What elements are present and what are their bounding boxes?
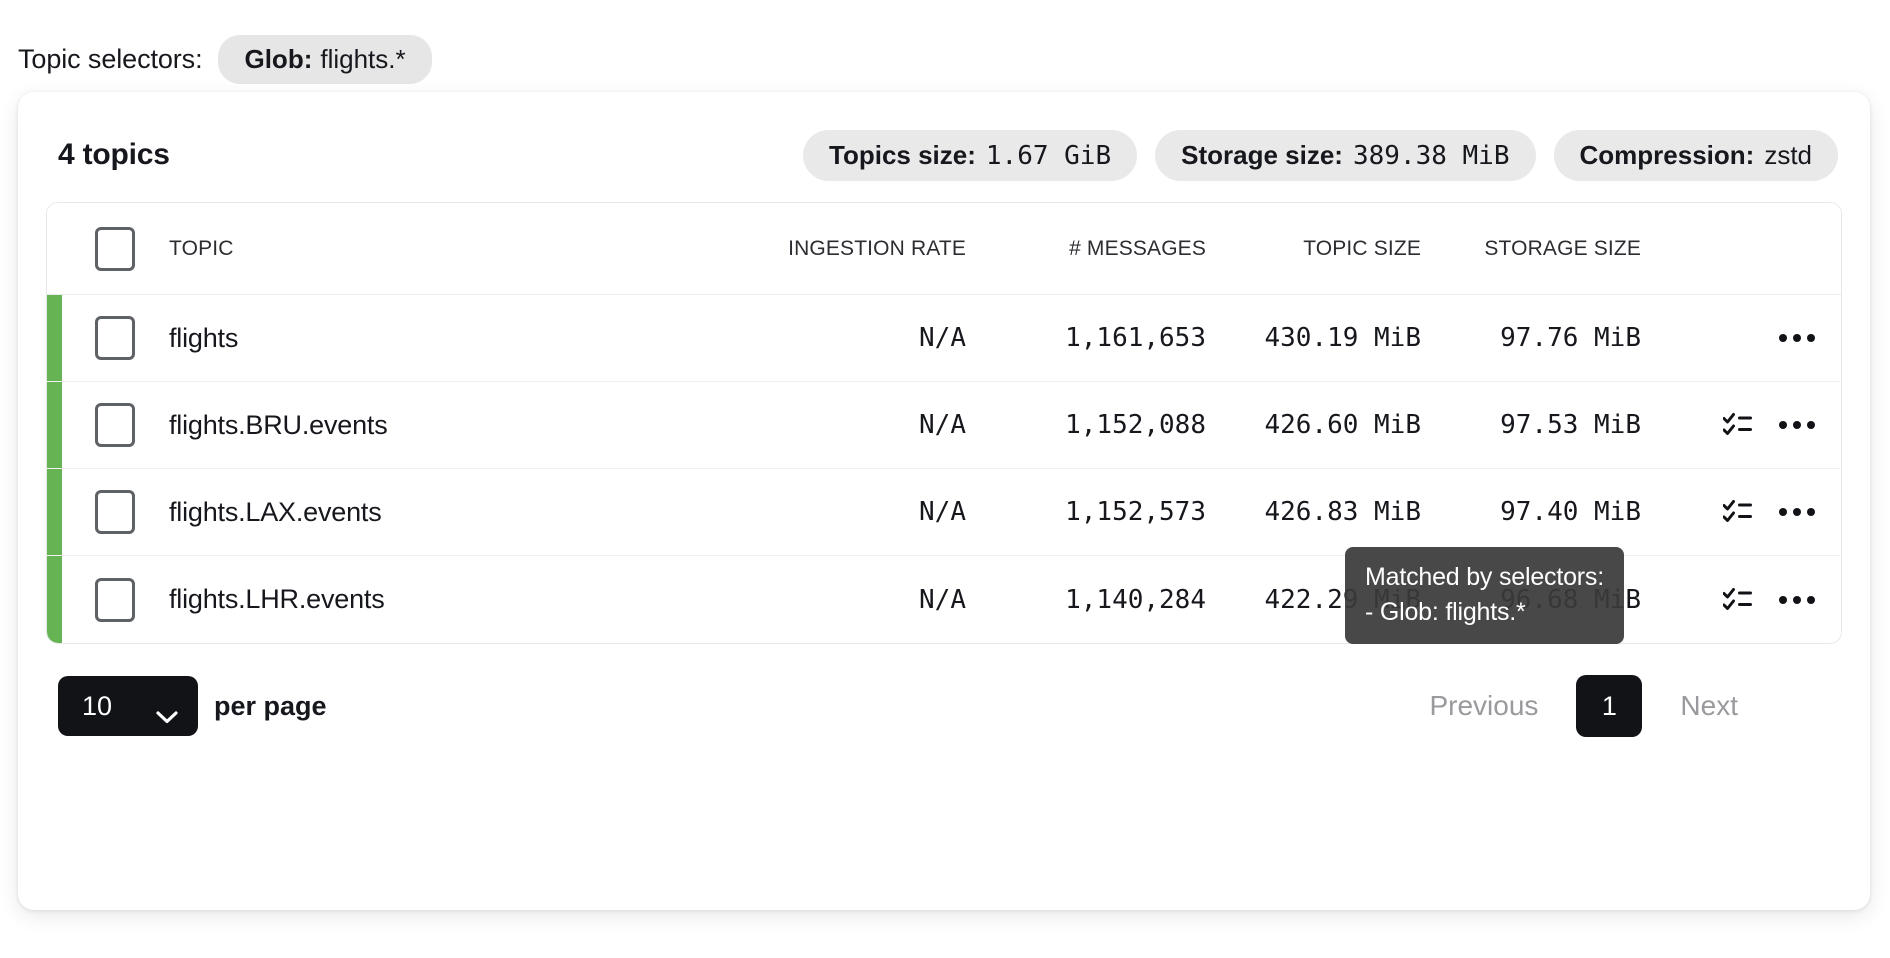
- topics-card: 4 topics Topics size: 1.67 GiB Storage s…: [18, 92, 1870, 910]
- cell-ingestion-rate: N/A: [736, 497, 966, 527]
- selector-pill-key: Glob:: [244, 44, 312, 75]
- row-menu-icon[interactable]: [1779, 497, 1815, 527]
- matched-selectors-icon[interactable]: [1723, 499, 1753, 525]
- cell-ingestion-rate: N/A: [736, 410, 966, 440]
- per-page-label: per page: [214, 691, 327, 722]
- cell-messages: 1,161,653: [966, 323, 1206, 353]
- stat-pill-compression-key: Compression:: [1580, 140, 1755, 171]
- table-row[interactable]: flights.BRU.events N/A 1,152,088 426.60 …: [47, 382, 1841, 469]
- pagination: Previous 1 Next: [1429, 675, 1820, 737]
- row-menu-icon[interactable]: [1779, 585, 1815, 615]
- cell-topic-size: 430.19 MiB: [1206, 323, 1421, 353]
- topics-count: 4 topics: [46, 138, 170, 172]
- cell-storage-size: 97.53 MiB: [1421, 410, 1641, 440]
- stat-pill-topics-size: Topics size: 1.67 GiB: [803, 130, 1137, 181]
- tooltip-line-2: - Glob: flights.*: [1365, 595, 1604, 630]
- per-page-group: 10 per page: [58, 676, 327, 736]
- selector-pill-value: flights.*: [312, 44, 405, 75]
- select-all-checkbox[interactable]: [95, 227, 135, 271]
- row-select-cell[interactable]: [62, 316, 167, 360]
- stat-pill-compression: Compression: zstd: [1554, 130, 1839, 181]
- column-header-topic[interactable]: TOPIC: [167, 237, 736, 261]
- header-status-spacer: [47, 203, 62, 294]
- table-row[interactable]: flights N/A 1,161,653 430.19 MiB 97.76 M…: [47, 295, 1841, 382]
- stat-pill-compression-value: zstd: [1754, 140, 1812, 171]
- stat-pill-topics-size-key: Topics size:: [829, 140, 976, 171]
- per-page-value: 10: [82, 691, 112, 722]
- matched-selectors-icon[interactable]: [1723, 587, 1753, 613]
- stat-pill-storage-size-key: Storage size:: [1181, 140, 1343, 171]
- column-header-messages[interactable]: # MESSAGES: [966, 237, 1206, 261]
- cell-topic[interactable]: flights.LAX.events: [167, 497, 736, 528]
- chevron-down-icon: [156, 700, 178, 713]
- row-menu-icon[interactable]: [1779, 410, 1815, 440]
- row-checkbox[interactable]: [95, 578, 135, 622]
- row-actions: [1641, 323, 1841, 353]
- cell-topic-size: 426.83 MiB: [1206, 497, 1421, 527]
- cell-topic-size: 426.60 MiB: [1206, 410, 1421, 440]
- table-footer: 10 per page Previous 1 Next: [46, 658, 1842, 754]
- summary-row: 4 topics Topics size: 1.67 GiB Storage s…: [46, 122, 1842, 188]
- next-page-button[interactable]: Next: [1680, 690, 1738, 722]
- table-header-row: TOPIC INGESTION RATE # MESSAGES TOPIC SI…: [47, 203, 1841, 295]
- column-header-ingestion-rate[interactable]: INGESTION RATE: [736, 237, 966, 261]
- tooltip-line-1: Matched by selectors:: [1365, 560, 1604, 595]
- topics-page: Topic selectors: Glob: flights.* 4 topic…: [0, 0, 1890, 958]
- row-select-cell[interactable]: [62, 490, 167, 534]
- row-menu-icon[interactable]: [1779, 323, 1815, 353]
- per-page-select[interactable]: 10: [58, 676, 198, 736]
- cell-messages: 1,140,284: [966, 585, 1206, 615]
- cell-topic[interactable]: flights.BRU.events: [167, 410, 736, 441]
- row-select-cell[interactable]: [62, 403, 167, 447]
- cell-topic[interactable]: flights: [167, 323, 736, 354]
- cell-storage-size: 97.40 MiB: [1421, 497, 1641, 527]
- row-actions: [1641, 585, 1841, 615]
- row-status-indicator: [47, 382, 62, 468]
- stat-pill-storage-size: Storage size: 389.38 MiB: [1155, 130, 1535, 181]
- cell-messages: 1,152,573: [966, 497, 1206, 527]
- page-number-1[interactable]: 1: [1576, 675, 1642, 737]
- table-row[interactable]: flights.LAX.events N/A 1,152,573 426.83 …: [47, 469, 1841, 556]
- matched-selectors-icon[interactable]: [1723, 412, 1753, 438]
- stat-pill-topics-size-value: 1.67 GiB: [976, 141, 1111, 171]
- matched-selectors-tooltip: Matched by selectors: - Glob: flights.*: [1345, 547, 1624, 644]
- cell-ingestion-rate: N/A: [736, 585, 966, 615]
- row-actions: [1641, 410, 1841, 440]
- selector-pill-glob[interactable]: Glob: flights.*: [218, 35, 431, 84]
- row-status-indicator: [47, 295, 62, 381]
- row-checkbox[interactable]: [95, 403, 135, 447]
- topic-selectors-bar: Topic selectors: Glob: flights.*: [0, 0, 1890, 92]
- topic-selectors-label: Topic selectors:: [18, 44, 202, 75]
- cell-storage-size: 97.76 MiB: [1421, 323, 1641, 353]
- cell-ingestion-rate: N/A: [736, 323, 966, 353]
- column-header-storage-size[interactable]: STORAGE SIZE: [1421, 237, 1641, 261]
- row-checkbox[interactable]: [95, 316, 135, 360]
- cell-messages: 1,152,088: [966, 410, 1206, 440]
- select-all-cell[interactable]: [62, 227, 167, 271]
- summary-pills: Topics size: 1.67 GiB Storage size: 389.…: [803, 130, 1842, 181]
- row-status-indicator: [47, 469, 62, 555]
- column-header-topic-size[interactable]: TOPIC SIZE: [1206, 237, 1421, 261]
- row-actions: [1641, 497, 1841, 527]
- stat-pill-storage-size-value: 389.38 MiB: [1343, 141, 1510, 171]
- row-select-cell[interactable]: [62, 578, 167, 622]
- row-checkbox[interactable]: [95, 490, 135, 534]
- row-status-indicator: [47, 556, 62, 643]
- cell-topic[interactable]: flights.LHR.events: [167, 584, 736, 615]
- previous-page-button[interactable]: Previous: [1429, 690, 1538, 722]
